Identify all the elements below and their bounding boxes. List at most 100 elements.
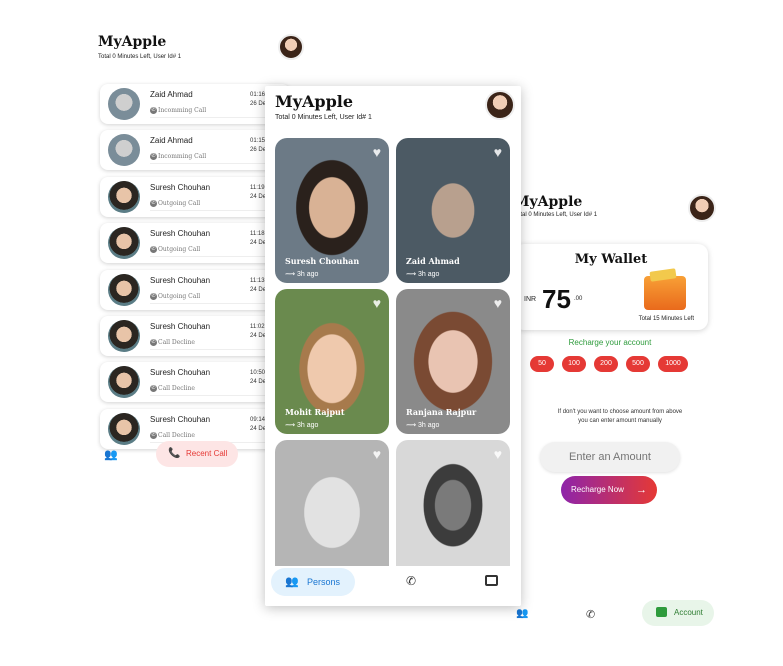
persons-tab[interactable]: 👥 Persons (271, 568, 355, 596)
wallet-icon (644, 276, 686, 310)
call-row[interactable]: Suresh Chouhan ✆ Outgoing Call 11:19 P 24 De… (100, 176, 290, 217)
caller-avatar (108, 227, 140, 260)
bottom-nav: 👥 ✆ Account (500, 596, 725, 630)
persons-icon: 👥 (285, 576, 299, 588)
persons-screen: MyApple Total 0 Minutes Left, User Id# 1… (265, 86, 521, 606)
divider (150, 163, 270, 165)
call-row[interactable]: Suresh Chouhan ✆ Outgoing Call 11:13 P 24 De… (100, 269, 290, 310)
account-tab[interactable]: Account (642, 600, 714, 626)
heart-icon[interactable]: ♥ (494, 295, 502, 311)
wallet-balance: 75 (542, 284, 571, 314)
balance-decimals: .00 (574, 296, 583, 302)
call-type-icon: ✆ (150, 246, 157, 254)
call-list: Zaid Ahmad ✆ Incomming Call 01:16 PM 26 Dec … (100, 84, 290, 455)
bottom-nav: 👥 📞 Recent Call (92, 438, 292, 474)
persons-icon[interactable]: 👥 (516, 608, 528, 619)
bottom-nav: 👥 Persons ✆ (265, 566, 521, 606)
phone-icon[interactable]: ✆ (406, 574, 416, 588)
profile-avatar[interactable] (278, 34, 304, 60)
amount-chip[interactable]: 100 (562, 356, 586, 372)
call-row[interactable]: Zaid Ahmad ✆ Incomming Call 01:16 PM 26 Dec … (100, 84, 290, 124)
caller-name: Zaid Ahmad (150, 90, 193, 99)
heart-icon[interactable]: ♥ (494, 446, 502, 462)
manual-amount-hint: If don't you want to choose amount from … (557, 409, 683, 424)
call-type: Outgoing Call (158, 246, 201, 254)
minutes-status: Total 0 Minutes Left, User Id# 1 (514, 212, 598, 218)
call-row[interactable]: Zaid Ahmad ✆ Incomming Call 01:15 PM 26 Dec … (100, 130, 290, 171)
caller-name: Suresh Chouhan (150, 414, 211, 424)
divider (150, 209, 270, 211)
call-type: Call Decline (158, 338, 195, 346)
caller-name: Zaid Ahmad (150, 136, 193, 146)
caller-name: Suresh Chouhan (150, 229, 211, 239)
last-seen: ⟿ 3h ago (406, 271, 440, 278)
amount-chip[interactable]: 1000 (658, 356, 688, 372)
caller-name: Suresh Chouhan (150, 182, 211, 192)
account-label: Account (674, 608, 703, 617)
amount-input[interactable] (540, 442, 680, 472)
call-type-icon: ✆ (150, 385, 157, 393)
call-type: Outgoing Call (158, 199, 201, 207)
profile-avatar[interactable] (688, 194, 716, 222)
call-row[interactable]: Suresh Chouhan ✆ Call Decline 10:50 P 24 Dec… (100, 362, 290, 403)
currency-label: INR (524, 296, 537, 303)
person-card[interactable]: ♥ (275, 440, 389, 585)
heart-icon[interactable]: ♥ (373, 144, 381, 160)
amount-chip[interactable]: 200 (594, 356, 618, 372)
heart-icon[interactable]: ♥ (373, 446, 381, 462)
last-seen: ⟿ 3h ago (406, 422, 440, 429)
caller-name: Suresh Chouhan (150, 321, 211, 331)
phone-icon[interactable]: ✆ (586, 608, 595, 621)
caller-name: Suresh Chouhan (150, 275, 211, 285)
person-name: Zaid Ahmad (406, 256, 460, 266)
call-type: Outgoing Call (158, 292, 201, 300)
person-name: Suresh Chouhan (285, 256, 360, 266)
profile-avatar[interactable] (485, 90, 515, 120)
person-card[interactable]: ♥ Zaid Ahmad ⟿ 3h ago (396, 138, 510, 283)
person-card[interactable]: ♥ (396, 440, 510, 585)
divider (150, 395, 270, 397)
phone-icon: 📞 (168, 448, 181, 459)
caller-avatar (108, 319, 140, 352)
arrow-right-icon: → (636, 484, 647, 496)
heart-icon[interactable]: ♥ (373, 295, 381, 311)
last-seen: ⟿ 3h ago (285, 271, 319, 278)
persons-icon[interactable]: 👥 (104, 448, 118, 461)
divider (150, 117, 270, 118)
caller-avatar (108, 273, 140, 306)
call-type-icon: ✆ (150, 199, 157, 207)
caller-avatar (108, 134, 140, 167)
heart-icon[interactable]: ♥ (494, 144, 502, 160)
recent-call-label: Recent Call (186, 449, 228, 458)
call-row[interactable]: Suresh Chouhan ✆ Outgoing Call 11:18 P 24 De… (100, 223, 290, 264)
call-row[interactable]: Suresh Chouhan ✆ Call Decline 11:02 P 24 Dec… (100, 315, 290, 356)
recent-call-tab[interactable]: 📞 Recent Call (156, 441, 238, 467)
wallet-icon[interactable] (485, 575, 498, 586)
person-name: Mohit Rajput (285, 407, 345, 417)
minutes-status: Total 0 Minutes Left, User Id# 1 (275, 114, 372, 121)
minutes-status: Total 0 Minutes Left, User Id# 1 (98, 54, 182, 60)
divider (150, 256, 270, 258)
amount-chip[interactable]: 50 (530, 356, 554, 372)
person-card[interactable]: ♥ Ranjana Rajpur ⟿ 3h ago (396, 289, 510, 434)
person-card[interactable]: ♥ Mohit Rajput ⟿ 3h ago (275, 289, 389, 434)
person-card[interactable]: ♥ Suresh Chouhan ⟿ 3h ago (275, 138, 389, 283)
amount-chip[interactable]: 500 (626, 356, 650, 372)
caller-avatar (108, 366, 140, 399)
call-type: Incomming Call (158, 153, 207, 161)
call-type-icon: ✆ (150, 292, 157, 300)
call-type: Incomming Call (158, 107, 207, 114)
recharge-now-button[interactable]: Recharge Now → (561, 476, 657, 504)
wallet-icon (656, 607, 667, 617)
wallet-screen: MyApple Total 0 Minutes Left, User Id# 1… (500, 186, 725, 636)
app-title: MyApple (275, 92, 354, 111)
call-type-icon: ✆ (150, 338, 157, 346)
caller-avatar (108, 88, 140, 120)
wallet-card: My Wallet INR 75 .00 Total 15 Minutes Le… (514, 244, 708, 330)
call-type-icon: ✆ (150, 153, 157, 161)
divider (150, 348, 270, 350)
recharge-heading: Recharge your account (568, 338, 652, 347)
last-seen: ⟿ 3h ago (285, 422, 319, 429)
call-type: Call Decline (158, 385, 195, 393)
person-name: Ranjana Rajpur (406, 407, 477, 417)
